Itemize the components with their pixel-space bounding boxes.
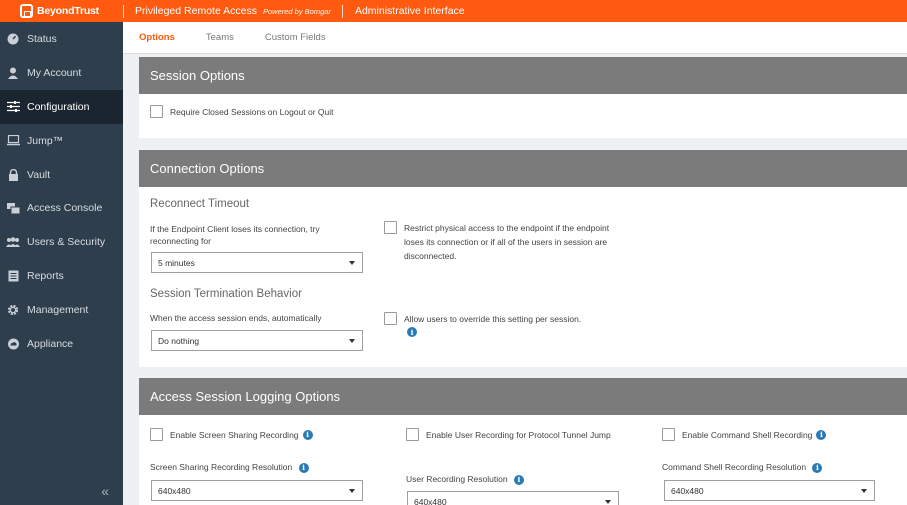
checkbox-label: Enable Screen Sharing Recording <box>170 430 299 440</box>
session-options-panel: Session Options Require Closed Sessions … <box>139 57 907 138</box>
caret-down-icon <box>349 339 355 343</box>
tab-options[interactable]: Options <box>139 32 175 43</box>
label-text: Command Shell Recording Resolution <box>662 462 807 472</box>
info-icon[interactable]: i <box>407 327 417 337</box>
caret-down-icon <box>349 489 355 493</box>
info-icon[interactable]: i <box>816 430 827 440</box>
command-shell-recording-option: Enable Command Shell Recording i <box>662 428 827 442</box>
caret-down-icon <box>605 500 611 504</box>
sidebar-item-label: Access Console <box>27 202 103 215</box>
require-closed-sessions-checkbox[interactable] <box>150 105 163 118</box>
caret-down-icon <box>861 489 867 493</box>
selected-value: Do nothing <box>158 335 200 346</box>
sidebar-item-label: Configuration <box>27 100 90 113</box>
cloud-icon <box>0 338 26 350</box>
console-icon <box>0 202 26 214</box>
powered-by: Powered by Bomgar <box>262 7 331 16</box>
user-icon <box>0 67 26 79</box>
selected-value: 640x480 <box>671 485 704 496</box>
top-bar: BeyondTrust Privileged Remote Access Pow… <box>0 0 907 22</box>
label-text: User Recording Resolution <box>406 474 508 484</box>
brand-name: BeyondTrust <box>37 5 99 17</box>
tab-custom-fields[interactable]: Custom Fields <box>265 32 326 43</box>
screen-sharing-recording-checkbox[interactable] <box>150 428 163 441</box>
selected-value: 5 minutes <box>158 257 195 268</box>
report-icon <box>0 270 26 282</box>
sidebar-item-label: Reports <box>27 270 64 283</box>
section-title: Session Options <box>139 57 907 94</box>
sidebar-item-users-security[interactable]: Users & Security <box>0 225 123 259</box>
session-termination-label: When the access session ends, automatica… <box>150 313 322 323</box>
tab-bar: Options Teams Custom Fields <box>123 22 907 54</box>
logging-options-panel: Access Session Logging Options Enable Sc… <box>139 378 907 505</box>
checkbox-label: Enable User Recording for Protocol Tunne… <box>426 430 611 440</box>
collapse-sidebar-icon[interactable]: « <box>101 483 109 499</box>
user-recording-checkbox[interactable] <box>406 428 419 441</box>
checkbox-label: Allow users to override this setting per… <box>404 314 582 324</box>
user-resolution-label: User Recording Resolution i <box>406 473 524 485</box>
session-termination-heading: Session Termination Behavior <box>150 288 302 300</box>
session-termination-select[interactable]: Do nothing <box>151 330 363 351</box>
reconnect-timeout-select[interactable]: 5 minutes <box>151 252 363 273</box>
caret-down-icon <box>349 261 355 265</box>
sidebar-item-label: Status <box>27 32 57 45</box>
sidebar-item-reports[interactable]: Reports <box>0 259 123 293</box>
tab-teams[interactable]: Teams <box>206 32 234 43</box>
users-icon <box>0 236 26 248</box>
user-resolution-select[interactable]: 640x480 <box>407 491 619 505</box>
screen-sharing-resolution-label: Screen Sharing Recording Resolution i <box>150 461 309 473</box>
allow-override-checkbox[interactable] <box>384 312 397 325</box>
label-text: Screen Sharing Recording Resolution <box>150 462 293 472</box>
sidebar: Status My Account Configuration Jump™ Va… <box>0 22 123 505</box>
product-name: Privileged Remote Access Powered by Bomg… <box>124 5 342 17</box>
sidebar-item-management[interactable]: Management <box>0 293 123 327</box>
checkbox-label: Enable Command Shell Recording <box>682 430 813 440</box>
sidebar-item-jump[interactable]: Jump™ <box>0 124 123 158</box>
laptop-icon <box>0 135 26 146</box>
allow-override-option: Allow users to override this setting per… <box>384 312 581 326</box>
restrict-physical-access-option: Restrict physical access to the endpoint… <box>384 221 624 263</box>
user-recording-option: Enable User Recording for Protocol Tunne… <box>406 428 621 442</box>
sliders-icon <box>0 101 26 113</box>
sidebar-item-configuration[interactable]: Configuration <box>0 89 123 124</box>
sidebar-item-appliance[interactable]: Appliance <box>0 327 123 361</box>
selected-value: 640x480 <box>414 496 447 505</box>
sidebar-item-label: Management <box>27 304 89 317</box>
sidebar-item-status[interactable]: Status <box>0 22 123 56</box>
screen-sharing-resolution-select[interactable]: 640x480 <box>151 480 363 501</box>
command-shell-resolution-select[interactable]: 640x480 <box>664 480 875 501</box>
screen-sharing-recording-option: Enable Screen Sharing Recording i <box>150 428 313 442</box>
section-title: Access Session Logging Options <box>139 378 907 415</box>
beyondtrust-logo-icon <box>20 4 33 18</box>
sidebar-item-label: Appliance <box>27 337 74 350</box>
section-title: Connection Options <box>139 150 907 187</box>
gauge-icon <box>0 33 26 45</box>
selected-value: 640x480 <box>158 485 191 496</box>
info-icon[interactable]: i <box>513 474 524 485</box>
sidebar-item-label: Jump™ <box>27 134 64 147</box>
reconnect-timeout-heading: Reconnect Timeout <box>150 198 250 210</box>
checkbox-label: Restrict physical access to the endpoint… <box>404 223 610 261</box>
command-shell-recording-checkbox[interactable] <box>662 428 675 441</box>
require-closed-sessions-option: Require Closed Sessions on Logout or Qui… <box>150 105 333 119</box>
info-icon[interactable]: i <box>302 430 313 440</box>
product-label: Privileged Remote Access <box>135 5 257 17</box>
sidebar-item-my-account[interactable]: My Account <box>0 56 123 90</box>
restrict-physical-access-checkbox[interactable] <box>384 221 397 234</box>
brand-logo[interactable]: BeyondTrust <box>0 0 123 22</box>
sidebar-item-label: My Account <box>27 66 82 79</box>
command-shell-resolution-label: Command Shell Recording Resolution i <box>662 461 823 473</box>
reconnect-timeout-label: If the Endpoint Client loses its connect… <box>150 224 320 246</box>
info-icon[interactable]: i <box>298 462 309 473</box>
interface-name: Administrative Interface <box>354 5 465 17</box>
checkbox-label: Require Closed Sessions on Logout or Qui… <box>170 107 334 117</box>
sidebar-item-vault[interactable]: Vault <box>0 158 123 192</box>
sidebar-item-label: Vault <box>27 168 51 181</box>
sidebar-item-access-console[interactable]: Access Console <box>0 191 123 225</box>
lock-icon <box>0 168 26 181</box>
sidebar-item-label: Users & Security <box>27 236 106 249</box>
info-icon[interactable]: i <box>812 462 823 473</box>
gear-icon <box>0 304 26 316</box>
connection-options-panel: Connection Options Reconnect Timeout If … <box>139 150 907 367</box>
